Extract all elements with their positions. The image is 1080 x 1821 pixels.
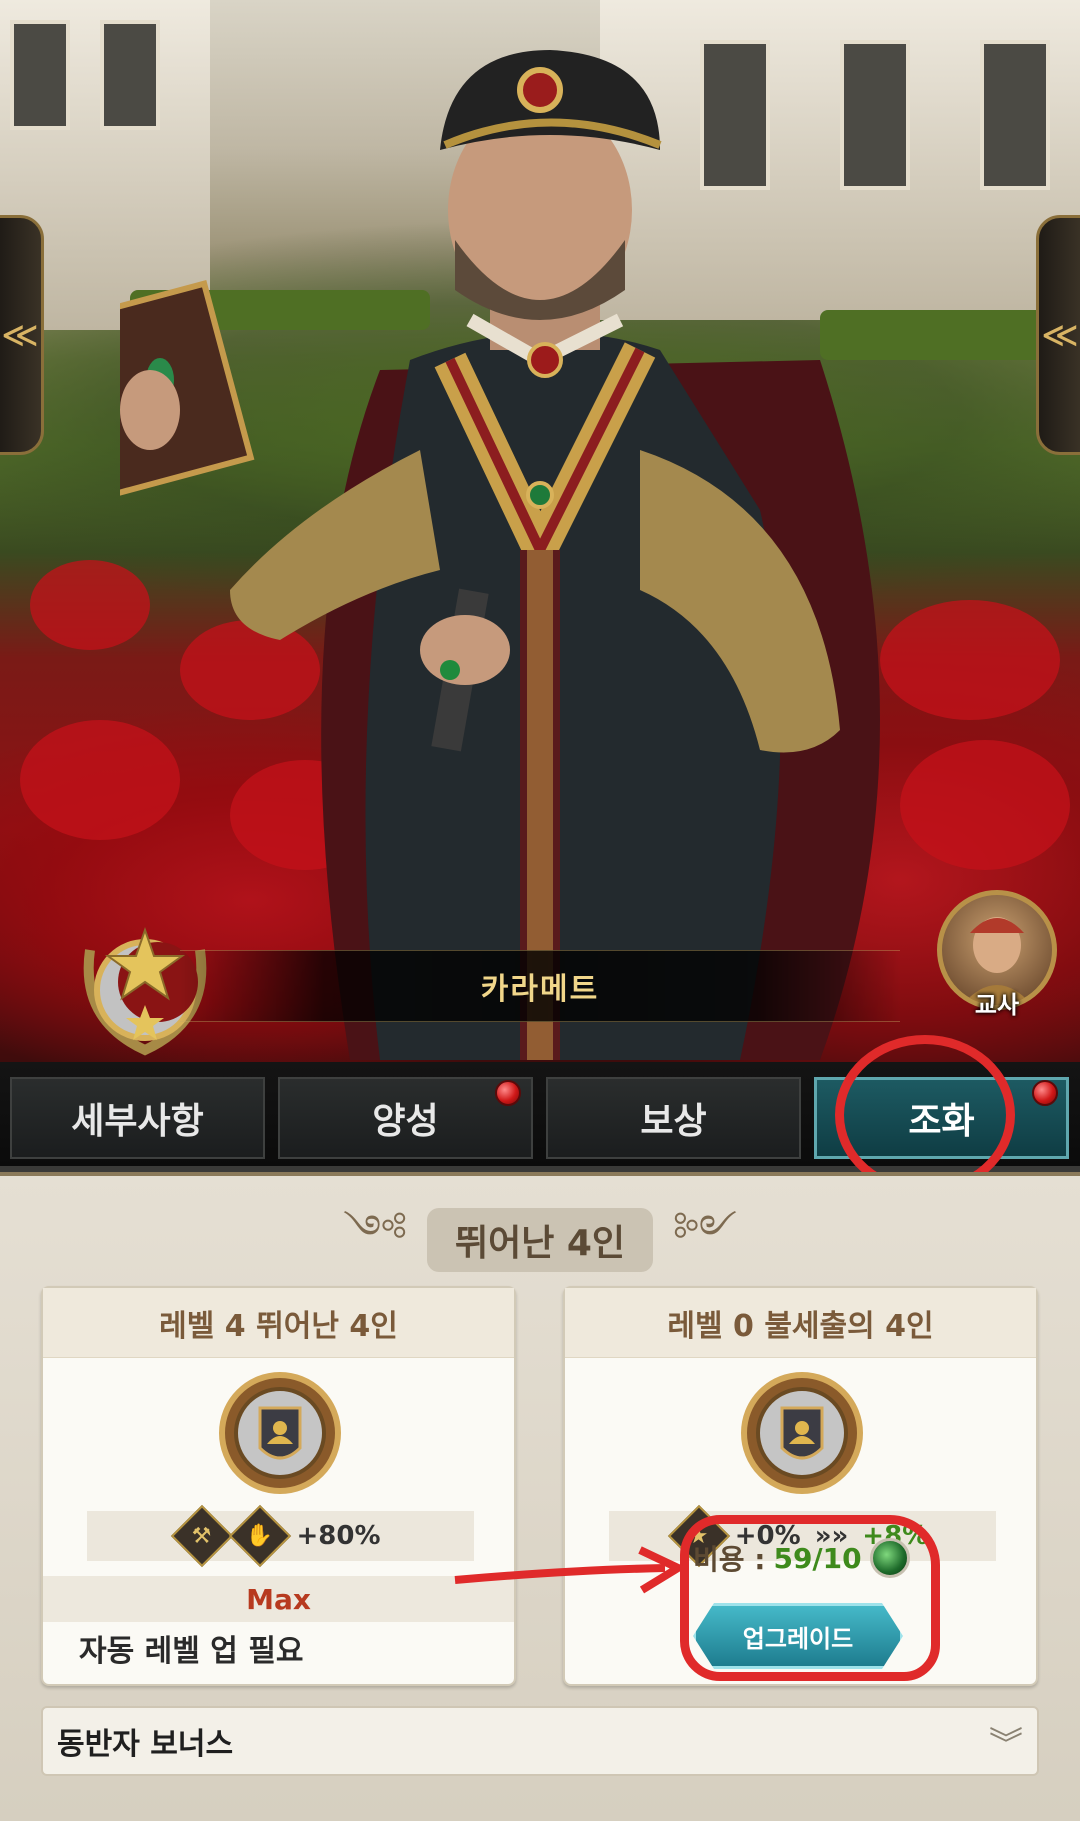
panel-title: 뛰어난 4인 xyxy=(426,1208,654,1272)
current-level-card: 레벨 4 뛰어난 4인 ⚒ ✋ +80% Max 자동 레벨 업 필요 xyxy=(41,1286,516,1686)
hero-artwork xyxy=(0,0,1080,1062)
tab-label: 세부사항 xyxy=(71,1101,204,1142)
role-label: 교사 xyxy=(974,991,1020,1019)
notification-dot-icon xyxy=(1032,1080,1058,1106)
bonus-value: +80% xyxy=(296,1521,381,1551)
chevron-left-icon: ≪ xyxy=(1041,314,1079,356)
tab-label: 보상 xyxy=(640,1101,707,1142)
medal-icon xyxy=(741,1372,863,1494)
character-name-banner: 카라메트 xyxy=(180,950,900,1022)
auto-level-note: 자동 레벨 업 필요 xyxy=(79,1634,304,1669)
card-header: 레벨 0 불세출의 4인 xyxy=(565,1288,1036,1358)
tab-details[interactable]: 세부사항 xyxy=(10,1077,265,1159)
card-header: 레벨 4 뛰어난 4인 xyxy=(43,1288,514,1358)
flourish-left-icon: ༺ xyxy=(342,1206,407,1253)
handshake-icon: ✋ xyxy=(229,1504,292,1568)
next-character-button[interactable]: ≪ xyxy=(1036,215,1080,455)
medal-icon xyxy=(219,1372,341,1494)
character-figure xyxy=(120,50,880,1060)
annotation-arrow xyxy=(454,1546,687,1594)
double-chevron-down-icon[interactable]: ︾ xyxy=(989,1717,1023,1766)
tab-rewards[interactable]: 보상 xyxy=(546,1077,801,1159)
annotation-box xyxy=(680,1515,940,1681)
chevron-left-icon: ≪ xyxy=(1,314,39,356)
companion-bonus-label: 동반자 보너스 xyxy=(57,1727,234,1762)
bonus-stat-row: ⚒ ✋ +80% xyxy=(87,1504,474,1568)
prev-character-button[interactable]: ≪ xyxy=(0,215,44,455)
companion-bonus-bar[interactable]: 동반자 보너스 ︾ xyxy=(41,1706,1039,1776)
panel-title-row: ༺ 뛰어난 4인 ༻ xyxy=(0,1207,1080,1272)
max-status: Max xyxy=(43,1576,514,1622)
notification-dot-icon xyxy=(495,1080,521,1106)
character-name: 카라메트 xyxy=(480,972,600,1007)
annotation-circle xyxy=(835,1035,1015,1195)
tab-label: 양성 xyxy=(372,1101,439,1142)
tools-icon: ⚒ xyxy=(171,1504,234,1568)
flourish-right-icon: ༻ xyxy=(673,1206,738,1253)
